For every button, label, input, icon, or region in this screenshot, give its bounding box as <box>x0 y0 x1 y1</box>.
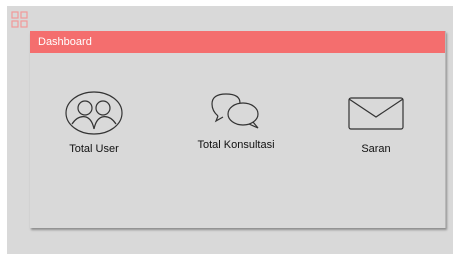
grid-icon[interactable] <box>11 11 28 28</box>
card-header: Dashboard <box>30 31 445 53</box>
chat-bubbles-icon <box>211 93 259 129</box>
saran-label: Saran <box>361 143 391 155</box>
total-user-tile[interactable]: Total User <box>34 91 154 155</box>
dashboard-card: Dashboard Total User Total Konsultasi Sa… <box>30 31 446 228</box>
card-title: Dashboard <box>38 36 92 48</box>
total-konsultasi-label: Total Konsultasi <box>197 139 275 151</box>
saran-tile[interactable]: Saran <box>316 91 436 155</box>
total-user-label: Total User <box>69 143 119 155</box>
envelope-icon <box>348 97 404 130</box>
users-icon <box>65 91 123 135</box>
total-konsultasi-tile[interactable]: Total Konsultasi <box>176 89 296 151</box>
